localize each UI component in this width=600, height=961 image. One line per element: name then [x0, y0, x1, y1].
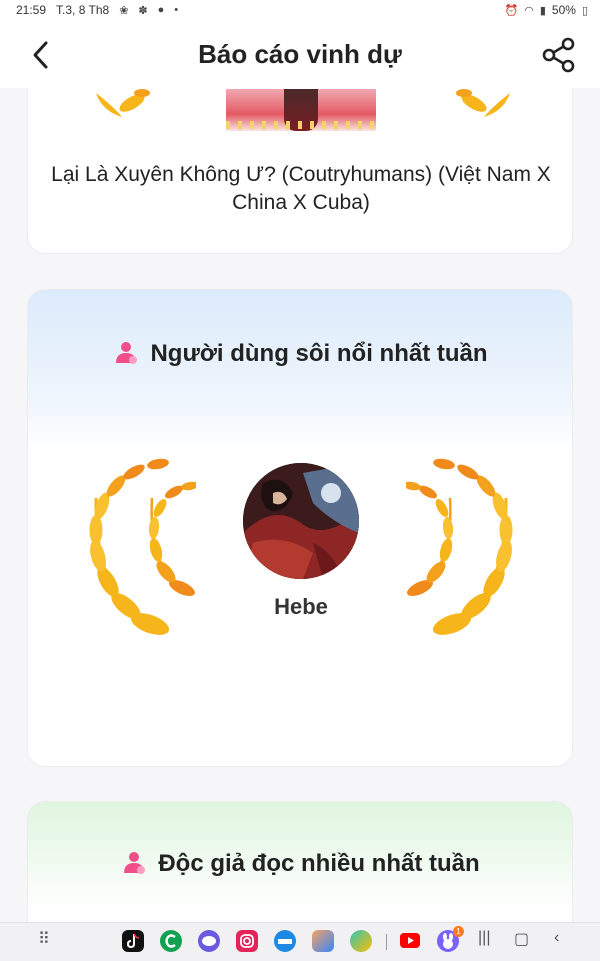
active-user-section-title: Người dùng sôi nổi nhất tuần [28, 340, 574, 368]
wifi-icon: ◠ [524, 4, 534, 17]
c-app-icon[interactable] [160, 930, 182, 952]
instagram-icon[interactable] [236, 930, 258, 952]
status-right: ⏰ ◠ ▮ 50% ▯ [505, 3, 588, 17]
reader-section-title: Độc giả đọc nhiều nhất tuần [28, 850, 574, 878]
status-time: 21:59 [16, 3, 47, 17]
dot-icon: • [174, 4, 179, 16]
avatar[interactable] [243, 463, 359, 579]
avatar-image [243, 463, 359, 579]
leaf-icon: ❀ [119, 4, 129, 17]
notification-badge: 1 [453, 926, 464, 937]
report-content[interactable]: Lại Là Xuyên Không Ư? (Coutryhumans) (Vi… [0, 88, 600, 922]
top-reader-card: Độc giả đọc nhiều nhất tuần [27, 801, 573, 922]
back-icon[interactable]: ‹ [554, 929, 559, 947]
page-title: Báo cáo vinh dự [198, 39, 402, 69]
share-button[interactable] [540, 36, 578, 74]
alarm-icon: ⏰ [504, 4, 519, 17]
browser-icon[interactable] [350, 930, 372, 952]
taskbar-divider [386, 934, 387, 950]
app-header: Báo cáo vinh dự [0, 22, 600, 88]
username[interactable]: Hebe [28, 594, 574, 620]
reader-title-text: Độc giả đọc nhiều nhất tuần [158, 850, 480, 877]
laurel-right-icon [456, 89, 510, 117]
chat-icon: ● [157, 4, 165, 16]
recents-icon[interactable]: ||| [478, 929, 490, 947]
user-icon [124, 852, 146, 874]
laurel-left-icon [96, 89, 150, 117]
status-date: T.3, 8 Th8 [56, 3, 110, 17]
signal-icon: ▮ [539, 4, 546, 17]
taskbar: ⠿ 1 ||| ▢ ‹ [0, 922, 600, 961]
home-icon[interactable]: ▢ [514, 929, 529, 949]
bug-icon: ✽ [138, 4, 148, 17]
book-cover-image[interactable] [226, 89, 376, 131]
youtube-icon[interactable] [400, 933, 420, 948]
epic-icon[interactable] [274, 930, 296, 952]
share-icon [542, 37, 575, 73]
status-left: 21:59 T.3, 8 Th8 ❀ ✽ ● • [16, 3, 178, 17]
game-icon[interactable] [312, 930, 334, 952]
apps-grid-icon[interactable]: ⠿ [38, 929, 50, 949]
book-title[interactable]: Lại Là Xuyên Không Ư? (Coutryhumans) (Vi… [48, 161, 554, 217]
user-icon [116, 342, 138, 364]
battery-text: 50% [551, 3, 576, 17]
status-bar: 21:59 T.3, 8 Th8 ❀ ✽ ● • ⏰ ◠ ▮ 50% ▯ [0, 0, 600, 22]
active-user-title-text: Người dùng sôi nổi nhất tuần [150, 340, 488, 367]
tiktok-icon[interactable] [122, 930, 144, 952]
active-user-card: Người dùng sôi nổi nhất tuần Hebe [27, 289, 573, 767]
messages-icon[interactable] [198, 930, 220, 952]
battery-icon: ▯ [581, 4, 588, 17]
cover-decor [226, 121, 376, 129]
top-book-card[interactable]: Lại Là Xuyên Không Ư? (Coutryhumans) (Vi… [27, 88, 573, 254]
